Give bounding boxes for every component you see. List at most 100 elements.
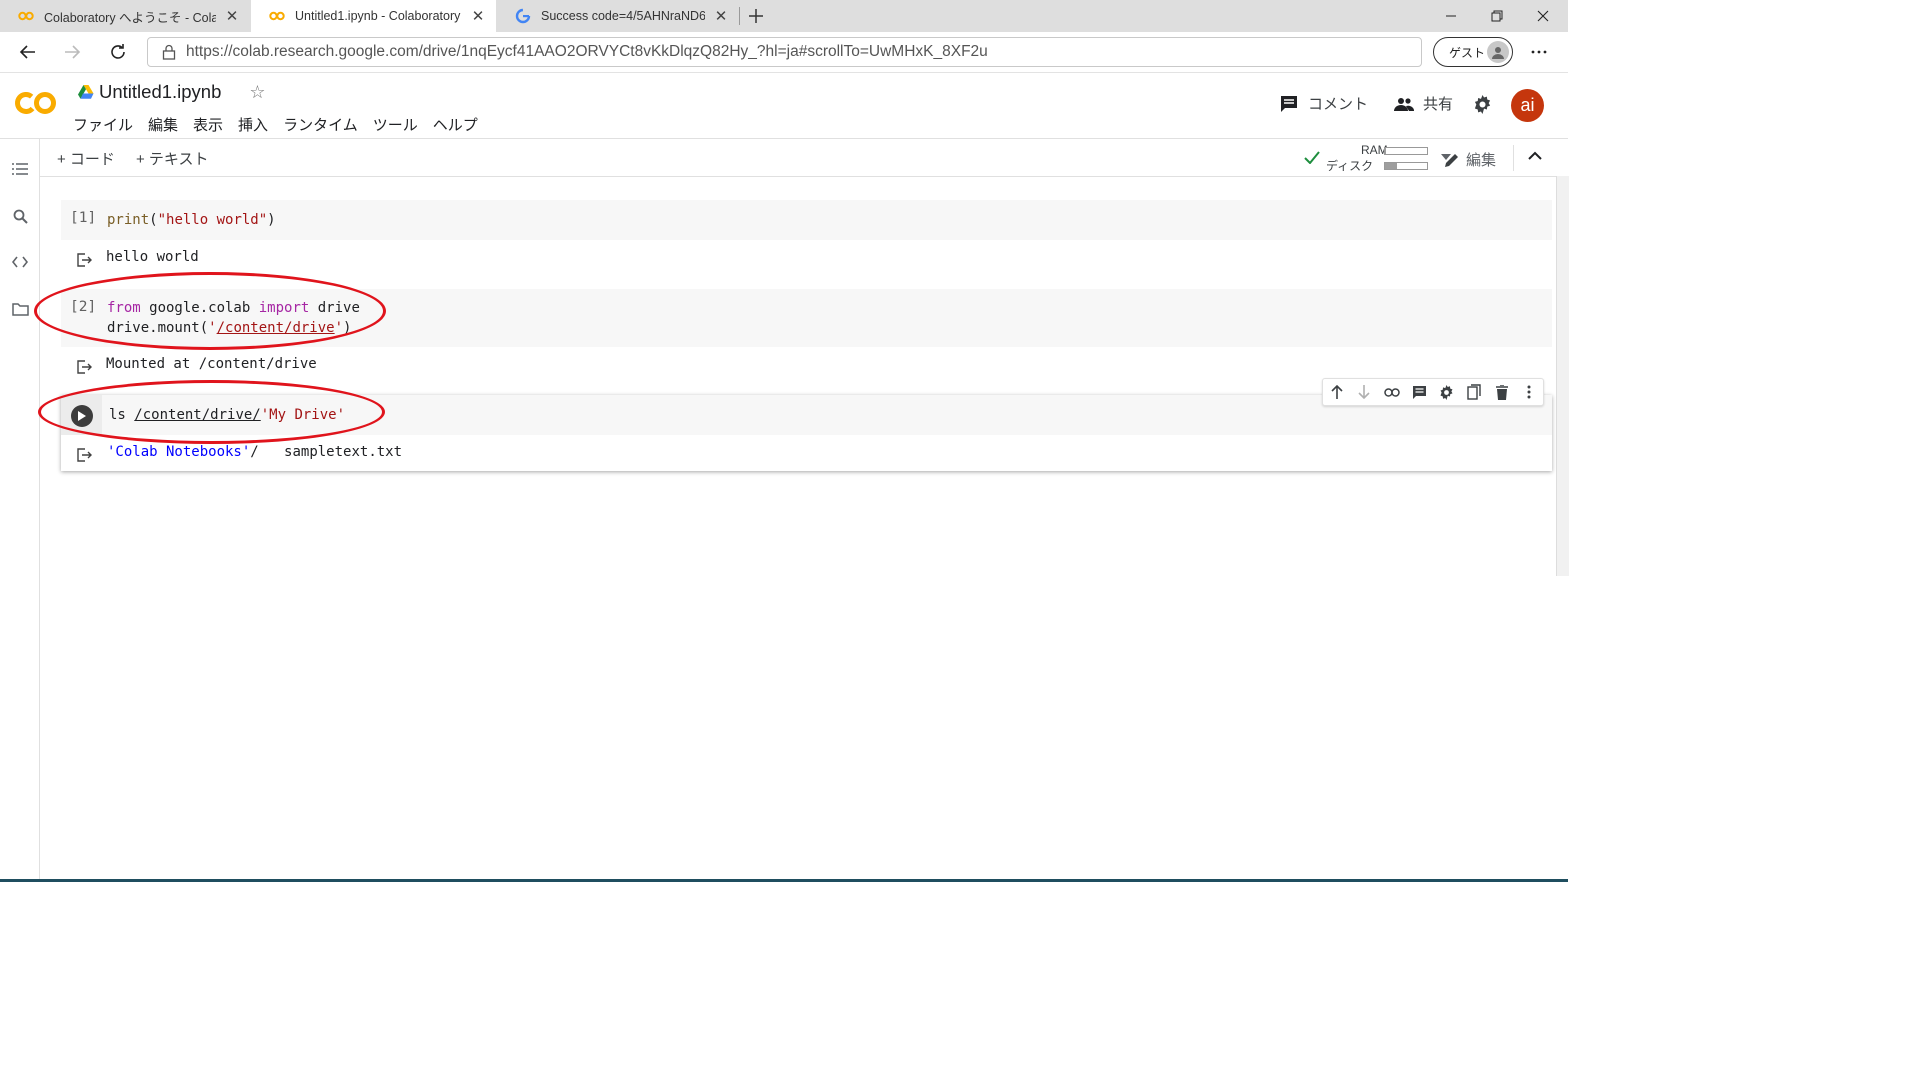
- window-bottom-edge: [0, 879, 1568, 882]
- profile-button[interactable]: ゲスト: [1433, 37, 1513, 67]
- tab-title: Untitled1.ipynb - Colaboratory: [295, 9, 461, 23]
- menu-edit[interactable]: 編集: [148, 114, 178, 135]
- restore-window-icon[interactable]: [1474, 0, 1520, 32]
- add-code-cell-button[interactable]: + コード: [57, 148, 115, 169]
- code-token: 'My Drive': [260, 407, 346, 423]
- add-text-cell-button[interactable]: + テキスト: [136, 148, 208, 169]
- settings-gear-icon[interactable]: [1473, 95, 1492, 114]
- code-token: /content/drive/: [134, 407, 261, 423]
- back-button[interactable]: [12, 36, 44, 68]
- code-cell-2[interactable]: [2] from google.colab import drive drive.…: [61, 289, 1552, 347]
- edit-label: 編集: [1466, 152, 1497, 169]
- code-token: ': [334, 320, 344, 336]
- tab-title: Colaboratory へようこそ - Colaboratory: [44, 10, 216, 25]
- mirror-cell-icon[interactable]: [1465, 383, 1483, 401]
- disk-label: ディスク: [1326, 159, 1374, 173]
- menu-runtime[interactable]: ランタイム: [283, 114, 358, 135]
- menu-help[interactable]: ヘルプ: [433, 114, 478, 135]
- star-icon[interactable]: ☆: [249, 82, 265, 103]
- profile-label: ゲスト: [1449, 45, 1486, 60]
- move-down-icon[interactable]: [1355, 383, 1373, 401]
- close-tab-icon[interactable]: ✕: [224, 8, 240, 25]
- cell-output-1: hello world: [61, 240, 1552, 284]
- drive-icon[interactable]: [78, 85, 94, 99]
- notebook-toolbar: + コード + テキスト RAM ディスク 編集: [40, 139, 1568, 177]
- menu-file[interactable]: ファイル: [73, 114, 133, 135]
- code-editor[interactable]: print("hello world"): [107, 210, 276, 230]
- code-token: ): [267, 212, 276, 228]
- share-button[interactable]: 共有: [1394, 93, 1453, 114]
- browser-toolbar: https://colab.research.google.com/drive/…: [0, 32, 1568, 73]
- link-icon[interactable]: [1383, 383, 1401, 401]
- code-token: from: [107, 300, 141, 316]
- code-token: (: [149, 212, 158, 228]
- minimize-window-icon[interactable]: [1428, 0, 1474, 32]
- close-tab-icon[interactable]: ✕: [470, 8, 486, 25]
- forward-button[interactable]: [56, 36, 88, 68]
- ram-meter: [1384, 147, 1428, 155]
- execution-count: [1]: [70, 210, 97, 226]
- output-dir-name: 'Colab Notebooks': [107, 444, 251, 460]
- account-avatar[interactable]: ai: [1511, 89, 1544, 122]
- comment-label: コメント: [1308, 96, 1369, 113]
- output-text: hello world: [106, 249, 199, 265]
- folder-icon[interactable]: [10, 299, 30, 319]
- ram-meter-fill: [1385, 148, 1387, 154]
- code-cell-1[interactable]: [1] print("hello world"): [61, 200, 1552, 240]
- delete-icon[interactable]: [1493, 383, 1511, 401]
- colab-logo[interactable]: [14, 89, 58, 122]
- table-of-contents-icon[interactable]: [10, 159, 30, 179]
- code-token: "hello world": [157, 212, 268, 228]
- browser-tab-success[interactable]: Success code=4/5AHNraND6M5 ✕: [497, 0, 739, 32]
- url-text: https://colab.research.google.com/drive/…: [186, 43, 988, 60]
- output-file-name: sampletext.txt: [284, 444, 403, 460]
- edit-mode-button[interactable]: 編集: [1444, 149, 1496, 170]
- code-token: ': [208, 320, 217, 336]
- more-vertical-icon[interactable]: [1520, 383, 1538, 401]
- notebook-title-row: Untitled1.ipynb ☆: [78, 81, 266, 103]
- browser-tab-strip: Colaboratory へようこそ - Colaboratory ✕ Unti…: [0, 0, 1568, 32]
- google-icon: [515, 8, 531, 24]
- code-snippets-icon[interactable]: [10, 252, 30, 272]
- new-tab-button[interactable]: [740, 0, 772, 32]
- code-cell-3[interactable]: ls /content/drive/'My Drive' 'Colab Note…: [61, 395, 1552, 471]
- code-editor[interactable]: from google.colab import drive drive.moun…: [107, 298, 360, 338]
- menu-insert[interactable]: 挿入: [238, 114, 268, 135]
- search-icon[interactable]: [10, 206, 30, 226]
- code-token: ls: [109, 407, 135, 423]
- reload-button[interactable]: [102, 36, 134, 68]
- run-cell-button[interactable]: [71, 405, 93, 427]
- comment-button[interactable]: コメント: [1280, 93, 1368, 114]
- address-bar[interactable]: https://colab.research.google.com/drive/…: [147, 37, 1422, 67]
- comment-icon[interactable]: [1410, 383, 1428, 401]
- notebook-title[interactable]: Untitled1.ipynb: [99, 81, 221, 103]
- share-label: 共有: [1423, 96, 1454, 113]
- code-token: import: [258, 300, 310, 316]
- menu-tools[interactable]: ツール: [373, 114, 418, 135]
- connected-check-icon: [1304, 151, 1320, 164]
- menu-view[interactable]: 表示: [193, 114, 223, 135]
- profile-avatar-icon: [1487, 41, 1509, 63]
- colab-header: Untitled1.ipynb ☆ ファイル 編集 表示 挿入 ランタイム ツー…: [0, 73, 1568, 139]
- execution-count: [2]: [70, 299, 97, 315]
- browser-tab-welcome[interactable]: Colaboratory へようこそ - Colaboratory ✕: [0, 0, 250, 32]
- output-icon[interactable]: [76, 359, 92, 375]
- output-icon[interactable]: [76, 252, 92, 268]
- comment-icon: [1280, 95, 1298, 113]
- browser-tab-untitled[interactable]: Untitled1.ipynb - Colaboratory ✕: [251, 0, 496, 32]
- more-options-icon[interactable]: [1523, 36, 1555, 68]
- cell-settings-gear-icon[interactable]: [1438, 383, 1456, 401]
- code-token: /content/drive: [216, 320, 335, 336]
- close-tab-icon[interactable]: ✕: [713, 8, 729, 25]
- resource-monitor[interactable]: RAM ディスク: [1304, 143, 1454, 173]
- code-editor[interactable]: ls /content/drive/'My Drive': [109, 405, 345, 425]
- colab-icon: [18, 8, 34, 24]
- notebook-scrollbar[interactable]: [1556, 176, 1569, 576]
- close-window-icon[interactable]: [1520, 0, 1566, 32]
- menu-bar: ファイル 編集 表示 挿入 ランタイム ツール ヘルプ: [73, 114, 478, 135]
- toolbar-divider: [1513, 145, 1514, 171]
- output-icon[interactable]: [76, 447, 92, 463]
- left-sidebar: [0, 139, 40, 882]
- collapse-header-icon[interactable]: [1528, 151, 1542, 161]
- move-up-icon[interactable]: [1328, 383, 1346, 401]
